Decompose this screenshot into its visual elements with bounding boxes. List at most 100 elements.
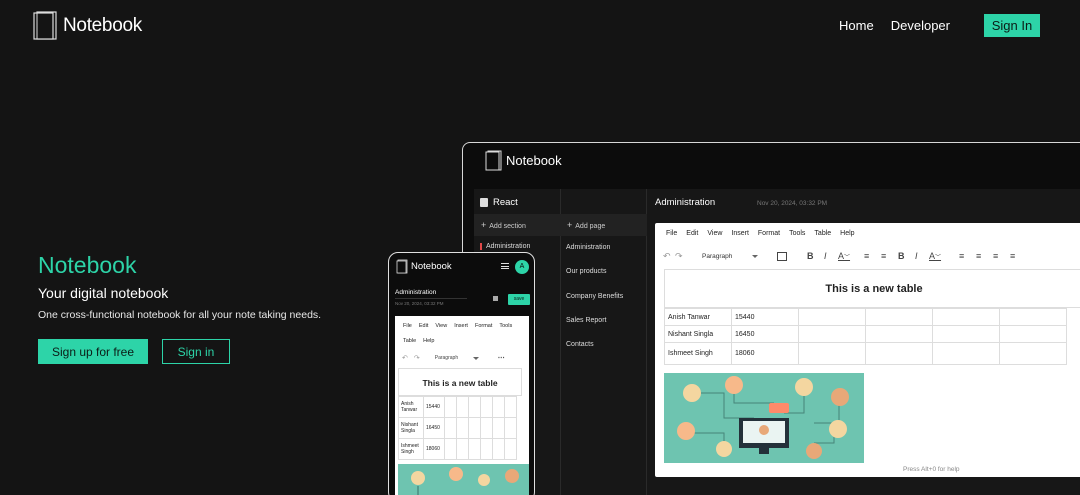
table-cell[interactable]	[999, 342, 1067, 365]
table-cell[interactable]	[504, 438, 517, 460]
undo-icon[interactable]: ↶	[402, 354, 408, 362]
page-item-our-products[interactable]: Our products	[566, 268, 606, 275]
table-cell[interactable]	[932, 325, 1000, 343]
table-cell[interactable]: 15440	[731, 308, 799, 326]
table-cell[interactable]	[798, 308, 866, 326]
menu-file[interactable]: File	[666, 230, 677, 237]
brand-logo[interactable]: Notebook	[33, 11, 142, 40]
avatar[interactable]: A	[515, 260, 529, 274]
menu-table[interactable]: Table	[814, 230, 831, 237]
table-cell[interactable]	[932, 308, 1000, 326]
menu-format[interactable]: Format	[758, 230, 780, 237]
mobile-rich-text-editor[interactable]: File Edit View Insert Format Tools Table…	[395, 316, 529, 495]
notebook-selector[interactable]: React	[480, 197, 518, 208]
table-cell[interactable]	[468, 438, 481, 460]
page-item-company-benefits[interactable]: Company Benefits	[566, 293, 623, 300]
table-cell[interactable]	[456, 417, 469, 439]
table-cell[interactable]	[480, 438, 493, 460]
align-center-icon[interactable]: ≡	[881, 251, 898, 261]
menu-insert[interactable]: Insert	[454, 323, 468, 329]
redo-icon[interactable]: ↷	[414, 354, 420, 362]
menu-view[interactable]: View	[435, 323, 447, 329]
table-cell[interactable]	[999, 325, 1067, 343]
page-title[interactable]: Administration	[655, 197, 715, 208]
table-cell[interactable]: Nishant Singla	[664, 325, 732, 343]
menu-tools[interactable]: Tools	[789, 230, 805, 237]
table-cell[interactable]	[504, 417, 517, 439]
table-cell[interactable]	[798, 325, 866, 343]
add-page-button[interactable]: + Add page	[561, 214, 647, 236]
more-icon[interactable]: ⋯	[498, 354, 505, 362]
nav-home-link[interactable]: Home	[839, 15, 874, 37]
hero-sign-in-button[interactable]: Sign in	[162, 339, 230, 364]
menu-tools[interactable]: Tools	[499, 323, 512, 329]
table-cell[interactable]	[865, 308, 933, 326]
menu-edit[interactable]: Edit	[686, 230, 698, 237]
menu-help[interactable]: Help	[840, 230, 854, 237]
rich-text-editor[interactable]: File Edit View Insert Format Tools Table…	[655, 223, 1080, 477]
sign-in-button[interactable]: Sign In	[984, 14, 1040, 37]
hamburger-menu-icon[interactable]	[501, 263, 509, 269]
trash-icon[interactable]	[493, 296, 498, 301]
table-cell[interactable]	[999, 308, 1067, 326]
table-cell[interactable]	[798, 342, 866, 365]
block-format-select[interactable]: Paragraph	[432, 353, 484, 363]
text-color-icon[interactable]: A﹀	[838, 251, 864, 261]
table-cell[interactable]: 18060	[423, 438, 445, 460]
table-cell[interactable]	[492, 396, 505, 418]
table-cell[interactable]: 16450	[423, 417, 445, 439]
image-icon[interactable]	[777, 251, 787, 261]
page-item-contacts[interactable]: Contacts	[566, 341, 594, 348]
bold-icon[interactable]: B	[807, 251, 824, 261]
table-cell[interactable]	[504, 396, 517, 418]
table-cell[interactable]: Ishmeet Singh	[398, 438, 424, 460]
table-cell[interactable]	[456, 438, 469, 460]
table-cell[interactable]: Nishant Singla	[398, 417, 424, 439]
menu-help[interactable]: Help	[423, 338, 434, 344]
table-cell[interactable]: 16450	[731, 325, 799, 343]
table-cell[interactable]	[480, 417, 493, 439]
table-cell[interactable]	[456, 396, 469, 418]
align-left-icon[interactable]: ≡	[959, 251, 976, 261]
sign-up-button[interactable]: Sign up for free	[38, 339, 148, 364]
menu-insert[interactable]: Insert	[731, 230, 749, 237]
align-right-icon[interactable]: ≡	[993, 251, 1010, 261]
table-cell[interactable]	[468, 396, 481, 418]
table-cell[interactable]: 18060	[731, 342, 799, 365]
table-cell[interactable]	[865, 325, 933, 343]
nav-developer-link[interactable]: Developer	[891, 15, 950, 37]
italic-icon[interactable]: I	[824, 251, 838, 261]
save-button[interactable]: save	[508, 294, 530, 305]
bold-icon[interactable]: B	[898, 251, 915, 261]
italic-icon[interactable]: I	[915, 251, 929, 261]
page-item-sales-report[interactable]: Sales Report	[566, 317, 606, 324]
block-format-select[interactable]: Paragraph	[699, 250, 763, 263]
add-section-button[interactable]: + Add section	[474, 214, 561, 236]
table-cell[interactable]	[492, 438, 505, 460]
table-cell[interactable]	[468, 417, 481, 439]
menu-file[interactable]: File	[403, 323, 412, 329]
table-cell[interactable]	[492, 417, 505, 439]
redo-icon[interactable]: ↷	[675, 251, 699, 262]
table-cell[interactable]: Anish Tanwar	[664, 308, 732, 326]
table-cell[interactable]	[865, 342, 933, 365]
table-cell[interactable]: Ishmeet Singh	[664, 342, 732, 365]
mobile-page-title[interactable]: Administration	[395, 289, 467, 299]
table-cell[interactable]: 15440	[423, 396, 445, 418]
table-cell[interactable]	[444, 396, 457, 418]
text-color-icon[interactable]: A﹀	[929, 251, 959, 261]
menu-format[interactable]: Format	[475, 323, 492, 329]
align-center-icon[interactable]: ≡	[976, 251, 993, 261]
menu-view[interactable]: View	[707, 230, 722, 237]
table-cell[interactable]	[444, 417, 457, 439]
table-cell[interactable]	[444, 438, 457, 460]
section-item-administration[interactable]: Administration	[480, 243, 530, 250]
align-justify-icon[interactable]: ≡	[1010, 251, 1027, 261]
menu-edit[interactable]: Edit	[419, 323, 428, 329]
table-cell[interactable]	[932, 342, 1000, 365]
undo-icon[interactable]: ↶	[663, 251, 675, 262]
table-cell[interactable]: Anish Tanwar	[398, 396, 424, 418]
align-left-icon[interactable]: ≡	[864, 251, 881, 261]
table-cell[interactable]	[480, 396, 493, 418]
page-item-administration[interactable]: Administration	[566, 244, 610, 251]
